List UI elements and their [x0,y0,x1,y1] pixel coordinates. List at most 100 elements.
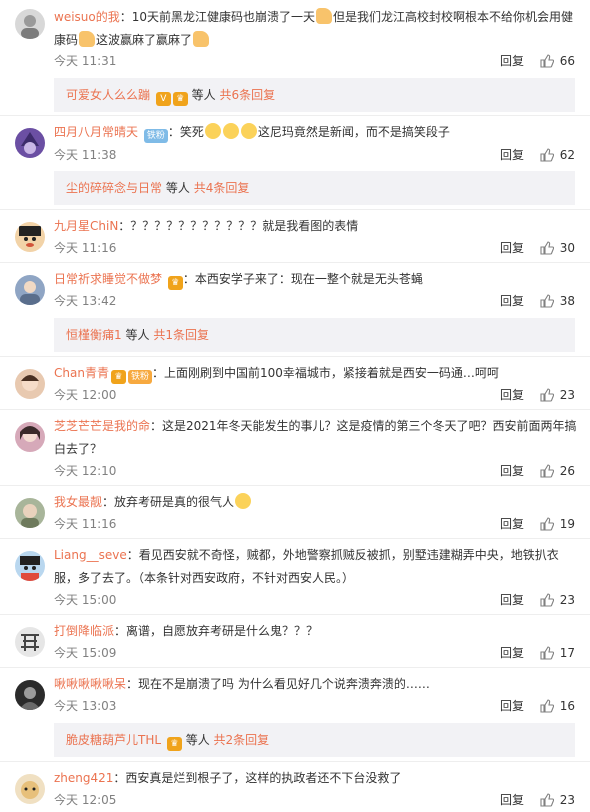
thumb-up-icon [540,388,554,402]
like-button[interactable]: 23 [540,791,575,809]
username[interactable]: 九月星ChiN [54,219,118,233]
sub-reply-user[interactable]: 脆皮糖葫芦儿THL [66,733,161,747]
divider [0,115,590,116]
like-button[interactable]: 16 [540,697,575,715]
divider [0,614,590,615]
avatar[interactable] [15,369,45,399]
vip-badge-icon: ♛ [166,737,182,751]
sub-reply-user[interactable]: 恒槿衡痡1 [66,328,122,342]
reply-button[interactable]: 回复 [500,386,524,404]
laugh-cry-emoji-icon [222,123,239,139]
divider [0,667,590,668]
username[interactable]: 打倒降临派 [54,624,114,638]
avatar[interactable] [15,275,45,305]
thumb-up-icon [540,54,554,68]
reply-button[interactable]: 回复 [500,515,524,533]
username[interactable]: Liang__seve [54,548,127,562]
comment-meta: 今天 11:38 回复 62 [54,146,579,164]
username[interactable]: 啾啾啾啾啾呆 [54,677,126,691]
thumb-up-icon [540,294,554,308]
comment-text: 打倒降临派：离谱，自愿放弃考研是什么鬼？？？ [54,624,319,638]
like-button[interactable]: 23 [540,386,575,404]
reply-button[interactable]: 回复 [500,146,524,164]
vip-badge-icon: ♛ [167,276,183,290]
like-button[interactable]: 38 [540,292,575,310]
laugh-cry-emoji-icon [204,123,221,139]
more-replies-link[interactable]: 共6条回复 [220,88,276,102]
sub-reply-box[interactable]: 恒槿衡痡1 等人 共1条回复 [54,318,575,352]
laugh-cry-emoji-icon [240,123,257,139]
reply-button[interactable]: 回复 [500,644,524,662]
reply-button[interactable]: 回复 [500,52,524,70]
like-count: 23 [559,793,575,807]
reply-button[interactable]: 回复 [500,292,524,310]
like-button[interactable]: 23 [540,591,575,609]
username[interactable]: 日常祈求睡觉不做梦 [54,272,162,286]
sub-reply-user[interactable]: 尘的碎碎念与日常 [66,181,162,195]
like-button[interactable]: 62 [540,146,575,164]
avatar[interactable] [15,498,45,528]
avatar[interactable] [15,551,45,581]
like-count: 23 [559,388,575,402]
thumb-up-icon [540,646,554,660]
thumb-up-icon [540,699,554,713]
comment-text: 芝芝芒芒是我的命：这是2021年冬天能发生的事儿？这是疫情的第三个冬天了吧？西安… [54,419,577,456]
timestamp: 今天 15:09 [54,646,117,660]
sweat-emoji-icon [235,493,252,509]
sub-reply-box[interactable]: 可爱女人么么蹦 V ♛ 等人 共6条回复 [54,78,575,112]
avatar[interactable] [15,128,45,158]
thumb-up-icon [540,148,554,162]
timestamp: 今天 11:16 [54,517,117,531]
username[interactable]: zheng421 [54,771,113,785]
reply-button[interactable]: 回复 [500,239,524,257]
reply-button[interactable]: 回复 [500,791,524,809]
v-badge-icon: V [155,92,171,106]
username[interactable]: 我女最靓 [54,495,102,509]
comment-text: 我女最靓：放弃考研是真的很气人 [54,491,579,514]
divider [0,538,590,539]
comment-meta: 今天 15:09 回复 17 [54,644,579,662]
avatar[interactable] [15,222,45,252]
fan-badge: 铁粉 [127,370,152,384]
reply-button[interactable]: 回复 [500,591,524,609]
avatar[interactable] [15,422,45,452]
comment-meta: 今天 11:16 回复 30 [54,239,579,257]
like-button[interactable]: 66 [540,52,575,70]
divider [0,356,590,357]
avatar[interactable] [15,680,45,710]
sub-reply-user[interactable]: 可爱女人么么蹦 [66,88,150,102]
sub-reply-box[interactable]: 尘的碎碎念与日常 等人 共4条回复 [54,171,575,205]
username[interactable]: weisuo的我 [54,10,120,24]
like-button[interactable]: 17 [540,644,575,662]
sub-reply-box[interactable]: 脆皮糖葫芦儿THL ♛ 等人 共2条回复 [54,723,575,757]
thumb-up-icon [540,793,554,807]
vip-badge-icon: ♛ [172,92,188,106]
timestamp: 今天 12:10 [54,464,117,478]
comment-text: Chan青青 ♛ 铁粉 ：上面刚刷到中国前100幸福城市，紧接着就是西安一码通…呵呵 [54,366,499,384]
thumb-up-icon [540,593,554,607]
thumbs-up-emoji-icon [316,8,333,24]
reply-button[interactable]: 回复 [500,697,524,715]
comment-text: 日常祈求睡觉不做梦 ♛ ：本西安学子来了：现在一整个就是无头苍蝇 [54,272,423,290]
reply-button[interactable]: 回复 [500,462,524,480]
avatar[interactable] [15,774,45,804]
comment-meta: 今天 15:00 回复 23 [54,591,579,609]
more-replies-link[interactable]: 共2条回复 [214,733,270,747]
more-replies-link[interactable]: 共4条回复 [194,181,250,195]
username[interactable]: 芝芝芒芒是我的命 [54,419,150,433]
thumbs-up-emoji-icon [193,31,210,47]
username[interactable]: 四月八月常晴天 [54,125,138,139]
avatar[interactable] [15,9,45,39]
vip-badge-icon: ♛ [110,370,126,384]
username[interactable]: Chan青青 [54,366,109,380]
like-button[interactable]: 30 [540,239,575,257]
more-replies-link[interactable]: 共1条回复 [153,328,209,342]
comment-meta: 今天 11:31 回复 66 [54,52,579,70]
like-button[interactable]: 19 [540,515,575,533]
thumb-up-icon [540,241,554,255]
like-count: 17 [559,646,575,660]
timestamp: 今天 15:00 [54,593,117,607]
avatar[interactable] [15,627,45,657]
like-button[interactable]: 26 [540,462,575,480]
divider [0,209,590,210]
